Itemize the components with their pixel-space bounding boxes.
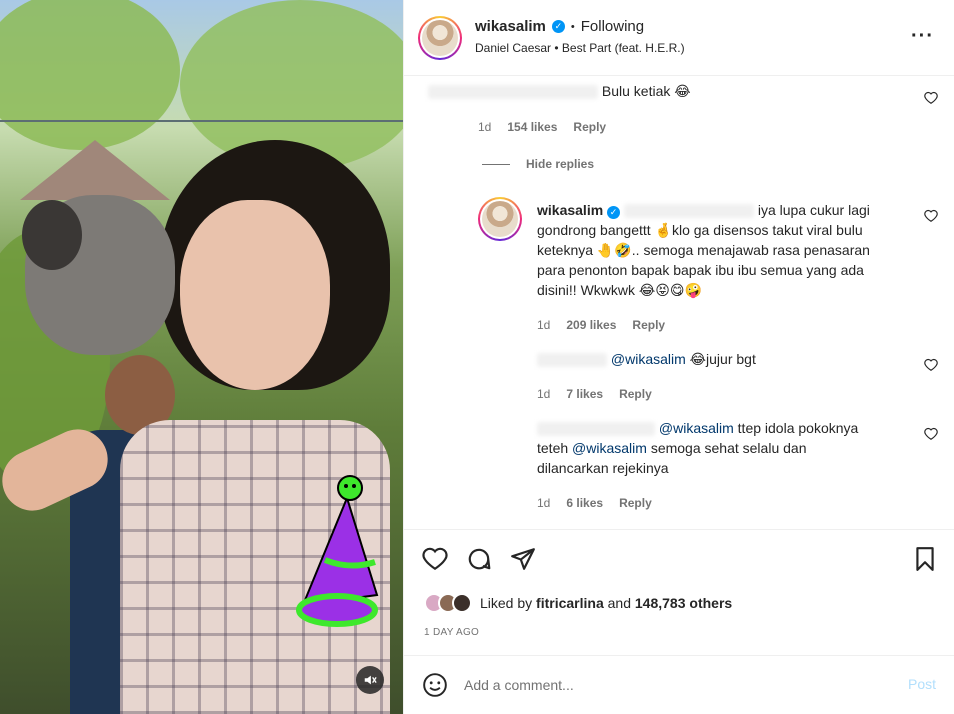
mute-button[interactable] (356, 666, 384, 694)
comment-text: Bulu ketiak 😂 (428, 81, 691, 101)
reply-like-heart-icon[interactable] (924, 209, 938, 223)
post-media[interactable] (0, 0, 403, 714)
comment-like-heart-icon[interactable] (924, 91, 938, 105)
redacted-username (537, 422, 655, 437)
comments-list[interactable]: Bulu ketiak 😂 1d 154 likes Reply Hide re… (404, 77, 954, 529)
like-heart-icon[interactable] (422, 546, 448, 572)
mention-link[interactable]: @wikasalim (611, 351, 686, 367)
separator-dot: • (570, 20, 575, 33)
comment-likes[interactable]: 154 likes (507, 120, 557, 134)
likes-count-link[interactable]: 148,783 others (635, 595, 732, 611)
hide-replies-button[interactable]: Hide replies (482, 157, 594, 171)
reply-text: @wikasalim 😂jujur bgt (537, 349, 907, 369)
author-username[interactable]: wikasalim (475, 18, 546, 35)
verified-badge-icon: ✓ (551, 20, 565, 33)
reply-meta: 1d 7 likes Reply (537, 387, 652, 401)
emoji-smiley-icon[interactable] (422, 672, 448, 698)
liked-by-avatars[interactable] (424, 593, 472, 613)
add-comment-input[interactable] (464, 673, 884, 697)
avatar (452, 593, 472, 613)
reply-likes[interactable]: 6 likes (566, 496, 603, 510)
share-send-icon[interactable] (510, 546, 536, 572)
comment-time: 1d (478, 120, 492, 134)
reply-meta: 1d 209 likes Reply (537, 318, 665, 332)
reply-text: wikasalim ✓ iya lupa cukur lagi gondrong… (537, 202, 870, 298)
reply-avatar[interactable] (478, 197, 522, 241)
mention-link[interactable]: @wikasalim (659, 420, 734, 436)
speaker-muted-icon (364, 675, 377, 685)
author-line: wikasalim ✓ • Following (475, 18, 644, 35)
post-actions: Liked by fitricarlina and 148,783 others… (404, 529, 954, 654)
mention-link[interactable]: @wikasalim (572, 440, 647, 456)
verified-badge-icon: ✓ (607, 206, 621, 219)
redacted-text (428, 85, 598, 100)
post-timestamp[interactable]: 1 DAY AGO (424, 627, 479, 638)
reply-likes[interactable]: 209 likes (566, 318, 616, 332)
liked-by-username[interactable]: fitricarlina (536, 595, 604, 611)
reply-reply-button[interactable]: Reply (632, 318, 665, 332)
post-header: wikasalim ✓ • Following Daniel Caesar • … (404, 0, 954, 76)
roof (20, 140, 170, 200)
fence (0, 120, 403, 122)
comment-bubble-icon[interactable] (466, 546, 492, 572)
liked-by-label: Liked by (480, 595, 533, 611)
liked-by-line: Liked by fitricarlina and 148,783 others (424, 593, 732, 613)
party-hat-sticker (296, 475, 379, 627)
reply-meta: 1d 6 likes Reply (537, 496, 652, 510)
redacted-username (537, 353, 607, 368)
reply-like-heart-icon[interactable] (924, 358, 938, 372)
woman-face (180, 200, 330, 390)
comment-reply-button[interactable]: Reply (573, 120, 606, 134)
foliage (0, 0, 180, 150)
reply-time: 1d (537, 387, 551, 401)
post-details-panel: wikasalim ✓ • Following Daniel Caesar • … (403, 0, 954, 714)
save-bookmark-icon[interactable] (912, 546, 938, 572)
reply-username[interactable]: wikasalim (537, 202, 603, 218)
reply-text: @wikasalim ttep idola pokoknya teteh @wi… (537, 420, 859, 476)
redacted-mention (623, 204, 754, 219)
reply-reply-button[interactable]: Reply (619, 387, 652, 401)
reply-like-heart-icon[interactable] (924, 427, 938, 441)
divider-line (482, 163, 510, 165)
more-options-icon[interactable]: ··· (911, 26, 934, 46)
music-info[interactable]: Daniel Caesar • Best Part (feat. H.E.R.) (475, 41, 685, 55)
reply-reply-button[interactable]: Reply (619, 496, 652, 510)
following-button[interactable]: Following (581, 18, 644, 35)
lemur-head (22, 200, 82, 270)
add-comment-bar: Post (404, 655, 954, 714)
reply-time: 1d (537, 318, 551, 332)
reply-likes[interactable]: 7 likes (566, 387, 603, 401)
author-avatar[interactable] (418, 16, 462, 60)
comment-meta: 1d 154 likes Reply (478, 120, 606, 134)
post-comment-button[interactable]: Post (908, 676, 936, 692)
reply-time: 1d (537, 496, 551, 510)
